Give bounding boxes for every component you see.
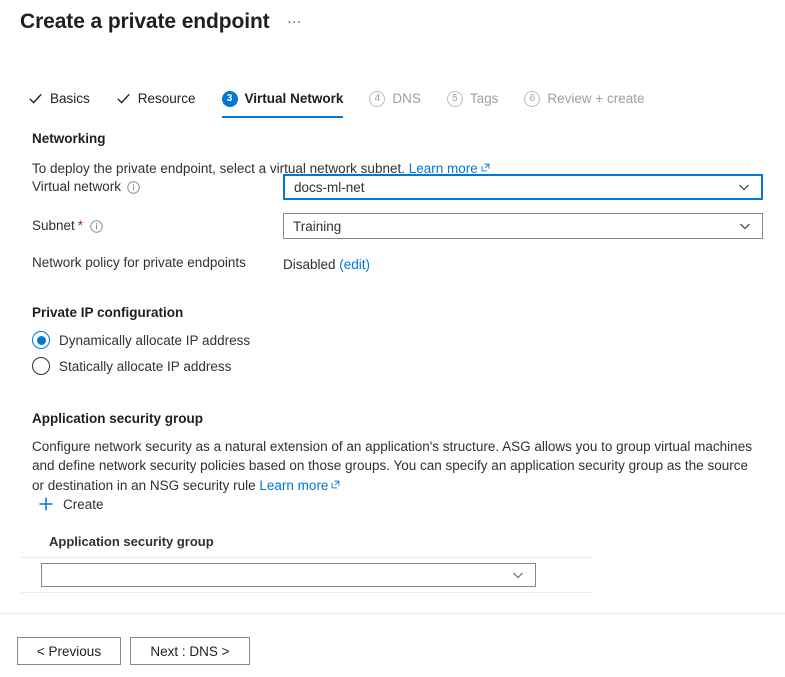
- chevron-down-icon: [507, 569, 535, 581]
- radio-static-ip[interactable]: Statically allocate IP address: [32, 357, 231, 375]
- tab-dns[interactable]: 4 DNS: [369, 84, 421, 114]
- network-policy-value-row: Disabled (edit): [283, 255, 370, 274]
- tab-label: Virtual Network: [244, 91, 344, 106]
- radio-label: Dynamically allocate IP address: [59, 332, 251, 348]
- step-number-badge: 4: [369, 90, 386, 107]
- check-icon: [116, 91, 131, 106]
- previous-button[interactable]: < Previous: [17, 637, 121, 665]
- subnet-label-text: Subnet: [32, 218, 75, 233]
- info-icon[interactable]: [90, 220, 103, 233]
- next-dns-button[interactable]: Next : DNS >: [130, 637, 250, 665]
- tab-label: DNS: [392, 91, 421, 106]
- subnet-dropdown[interactable]: Training: [283, 213, 763, 239]
- step-number-badge: 6: [524, 90, 541, 107]
- radio-label: Statically allocate IP address: [59, 358, 232, 374]
- virtual-network-value: docs-ml-net: [294, 179, 365, 195]
- private-ip-section-title: Private IP configuration: [32, 305, 184, 320]
- radio-dynamic-ip[interactable]: Dynamically allocate IP address: [32, 331, 250, 349]
- radio-indicator: [32, 357, 50, 375]
- network-policy-value: Disabled: [283, 257, 336, 272]
- more-options-icon[interactable]: …: [284, 5, 307, 33]
- tab-label: Basics: [50, 91, 90, 106]
- virtual-network-label-text: Virtual network: [32, 179, 122, 194]
- tab-label: Review + create: [547, 91, 645, 106]
- tab-tags[interactable]: 5 Tags: [446, 84, 499, 114]
- asg-grid-divider-top: [21, 557, 592, 558]
- external-link-icon: [331, 475, 340, 489]
- network-policy-label-text: Network policy for private endpoints: [32, 255, 246, 270]
- asg-learn-more-link[interactable]: Learn more: [259, 478, 340, 493]
- step-number-badge: 3: [221, 90, 238, 107]
- page-header: Create a private endpoint …: [20, 8, 306, 36]
- info-icon[interactable]: [127, 181, 140, 194]
- chevron-down-icon: [734, 220, 762, 232]
- chevron-down-icon: [733, 181, 761, 193]
- wizard-tabs: Basics Resource 3 Virtual Network 4 DNS …: [28, 84, 671, 118]
- network-policy-edit-link[interactable]: (edit): [339, 257, 370, 272]
- tab-basics[interactable]: Basics: [28, 84, 90, 114]
- plus-icon: [38, 496, 54, 512]
- asg-create-label: Create: [63, 496, 104, 512]
- footer-divider: [0, 613, 785, 614]
- radio-indicator: [32, 331, 50, 349]
- required-indicator: *: [77, 218, 84, 233]
- asg-create-button[interactable]: Create: [38, 496, 104, 512]
- external-link-icon: [481, 158, 490, 172]
- subnet-value: Training: [293, 218, 342, 234]
- networking-section-title: Networking: [32, 131, 106, 146]
- tab-resource[interactable]: Resource: [116, 84, 196, 114]
- tab-label: Resource: [137, 91, 196, 106]
- page-title: Create a private endpoint: [20, 10, 270, 33]
- step-number-badge: 5: [446, 90, 463, 107]
- subnet-label: Subnet *: [32, 218, 103, 233]
- asg-description: Configure network security as a natural …: [32, 437, 757, 495]
- asg-section-title: Application security group: [32, 411, 204, 426]
- network-policy-label: Network policy for private endpoints: [32, 255, 246, 270]
- check-icon: [28, 91, 43, 106]
- asg-column-header: Application security group: [49, 534, 214, 549]
- virtual-network-label: Virtual network: [32, 179, 140, 194]
- virtual-network-dropdown[interactable]: docs-ml-net: [283, 174, 763, 200]
- tab-virtual-network[interactable]: 3 Virtual Network: [221, 84, 344, 118]
- asg-description-line3: destination in an NSG security rule: [47, 478, 256, 493]
- asg-grid-divider-bottom: [21, 592, 592, 593]
- tab-label: Tags: [469, 91, 499, 106]
- tab-review-create[interactable]: 6 Review + create: [524, 84, 645, 114]
- asg-select-dropdown[interactable]: [41, 563, 536, 587]
